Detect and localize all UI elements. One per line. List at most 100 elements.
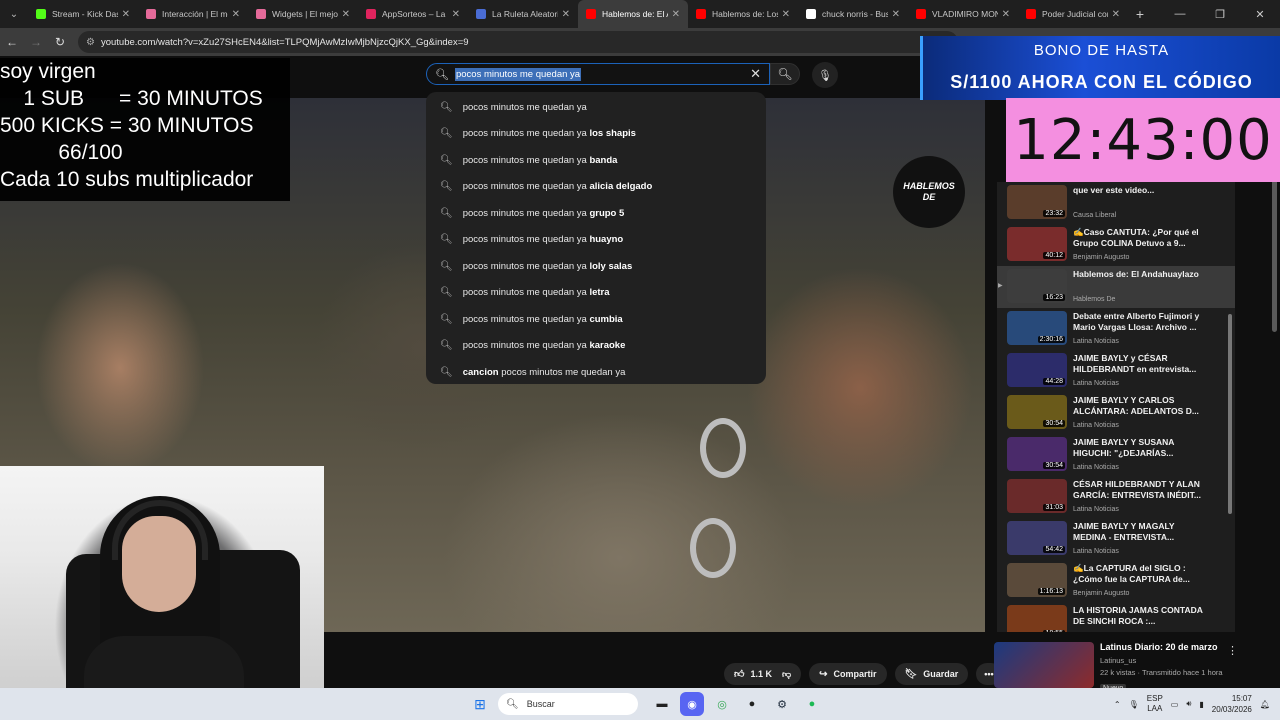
language-indicator[interactable]: ESP LAA [1147, 694, 1163, 714]
search-suggestion[interactable]: 🔍︎ pocos minutos me quedan ya loly salas [426, 253, 766, 280]
tab-search-icon[interactable]: ⌄ [0, 0, 28, 28]
search-button[interactable]: 🔍︎ [770, 63, 800, 85]
next-video-title[interactable]: Latinus Diario: 20 de marzo [1100, 642, 1223, 652]
network-icon[interactable]: ▭ [1171, 700, 1179, 709]
steam-icon[interactable]: ⚙ [770, 692, 794, 716]
tab-close-icon[interactable]: ✕ [892, 9, 900, 20]
clock[interactable]: 15:07 20/03/2026 [1212, 693, 1252, 715]
search-suggestion[interactable]: 🔍︎ pocos minutos me quedan ya huayno [426, 227, 766, 254]
show-hidden-icons-icon[interactable]: ⌃ [1114, 700, 1121, 709]
restore-icon[interactable]: ❐ [1200, 0, 1240, 28]
tab-close-icon[interactable]: ✕ [1112, 9, 1120, 20]
playlist-thumbnail[interactable]: 30:54 [1007, 395, 1067, 429]
page-scrollbar[interactable] [1270, 156, 1278, 332]
browser-tab[interactable]: AppSorteos – La ✕ [358, 0, 468, 28]
browser-tab[interactable]: VLADIMIRO MON ✕ [908, 0, 1018, 28]
next-video-thumbnail[interactable] [994, 642, 1094, 688]
browser-tab[interactable]: Hablemos de: El A ✕ [578, 0, 688, 28]
playlist-thumbnail[interactable]: 54:42 [1007, 521, 1067, 555]
share-button[interactable]: ↪ Compartir [809, 663, 887, 685]
playlist-item[interactable]: 30:54 JAIME BAYLY Y CARLOS ALCÁNTARA: ADE… [997, 392, 1235, 434]
back-icon[interactable]: ← [0, 30, 24, 54]
playlist-scrollbar[interactable] [1227, 182, 1233, 632]
search-icon: 🔍︎ [440, 154, 453, 166]
more-options-icon[interactable]: ⋮ [1227, 644, 1238, 657]
bookmark-icon: 🔖︎ [904, 668, 918, 680]
volume-icon[interactable]: 🔊︎ [1186, 699, 1191, 709]
tab-title: La Ruleta Aleatoria [492, 9, 558, 19]
close-window-icon[interactable]: ✕ [1240, 0, 1280, 28]
site-info-icon[interactable]: ⚙ [86, 37, 95, 48]
new-tab-button[interactable]: + [1128, 6, 1152, 22]
playlist-item-channel: Hablemos De [1073, 296, 1116, 303]
windows-start-icon[interactable]: ⊞ [468, 692, 492, 716]
search-suggestion[interactable]: 🔍︎ pocos minutos me quedan ya banda [426, 147, 766, 174]
search-suggestion[interactable]: 🔍︎ pocos minutos me quedan ya alicia delg… [426, 174, 766, 201]
playlist-item[interactable]: 30:54 JAIME BAYLY Y SUSANA HIGUCHI: "¿DEJ… [997, 434, 1235, 476]
playlist-thumbnail[interactable]: 2:30:16 [1007, 311, 1067, 345]
playlist-item[interactable]: ▶ 16:23 Hablemos de: El Andahuaylazo Hablem… [997, 266, 1235, 308]
tab-favicon-icon [256, 9, 266, 19]
playlist-thumbnail[interactable]: 1:16:13 [1007, 563, 1067, 597]
tab-close-icon[interactable]: ✕ [232, 9, 240, 20]
search-suggestion[interactable]: 🔍︎ pocos minutos me quedan ya los shapis [426, 121, 766, 148]
playlist-item[interactable]: 54:42 JAIME BAYLY Y MAGALY MEDINA - ENTRE… [997, 518, 1235, 560]
chrome-icon[interactable]: ◎ [710, 692, 734, 716]
browser-tab[interactable]: Widgets | El mejor ✕ [248, 0, 358, 28]
playlist-item[interactable]: 23:32 que ver este video... Causa Liberal [997, 182, 1235, 224]
tab-close-icon[interactable]: ✕ [672, 9, 680, 20]
playlist-thumbnail[interactable]: 18:55 [1007, 605, 1067, 632]
playlist-thumbnail[interactable]: 44:28 [1007, 353, 1067, 387]
minimize-icon[interactable]: — [1160, 0, 1200, 28]
taskbar-search[interactable]: 🔍︎ Buscar [498, 693, 638, 715]
search-suggestion[interactable]: 🔍︎ pocos minutos me quedan ya karaoke [426, 333, 766, 360]
tab-close-icon[interactable]: ✕ [1002, 9, 1010, 20]
battery-icon[interactable]: ▮ [1199, 700, 1203, 709]
tab-title: Hablemos de: Los [712, 9, 778, 19]
clear-search-icon[interactable]: ✕ [750, 66, 761, 82]
file-explorer-icon[interactable]: ▬ [650, 692, 674, 716]
search-suggestion[interactable]: 🔍︎ pocos minutos me quedan ya letra [426, 280, 766, 307]
tab-close-icon[interactable]: ✕ [122, 9, 130, 20]
thumbs-down-icon[interactable]: 👎︎ [782, 669, 791, 680]
browser-tab[interactable]: Hablemos de: Los ✕ [688, 0, 798, 28]
browser-tab[interactable]: Stream - Kick Dash ✕ [28, 0, 138, 28]
microphone-tray-icon[interactable]: 🎙︎ [1129, 700, 1139, 709]
voice-search-button[interactable]: 🎙︎ [812, 62, 838, 88]
playlist-thumbnail[interactable]: 16:23 [1007, 269, 1067, 303]
browser-tab[interactable]: Interacción | El mejor ✕ [138, 0, 248, 28]
obs-icon[interactable]: ● [740, 692, 764, 716]
search-suggestion[interactable]: 🔍︎ pocos minutos me quedan ya grupo 5 [426, 200, 766, 227]
playlist-item[interactable]: 31:03 CÉSAR HILDEBRANDT Y ALAN GARCÍA: EN… [997, 476, 1235, 518]
playlist-thumbnail[interactable]: 30:54 [1007, 437, 1067, 471]
browser-tab[interactable]: chuck norris - Bus ✕ [798, 0, 908, 28]
next-video-card[interactable]: Latinus Diario: 20 de marzo Latinus_us 2… [994, 642, 1244, 693]
playlist-item[interactable]: 18:55 LA HISTORIA JAMAS CONTADA DE SINCHI… [997, 602, 1235, 632]
search-input[interactable]: 🔍︎ pocos minutos me quedan ya ✕ [426, 63, 770, 85]
search-suggestion[interactable]: 🔍︎ pocos minutos me quedan ya [426, 94, 766, 121]
tab-close-icon[interactable]: ✕ [342, 9, 350, 20]
next-video-channel[interactable]: Latinus_us [1100, 656, 1223, 665]
tab-close-icon[interactable]: ✕ [562, 9, 570, 20]
discord-icon[interactable]: ◉ [680, 692, 704, 716]
like-button[interactable]: 👍︎ 1.1 K 👎︎ [724, 663, 802, 685]
search-suggestion[interactable]: 🔍︎ cancion pocos minutos me quedan ya [426, 359, 766, 386]
playlist-item[interactable]: 44:28 JAIME BAYLY y CÉSAR HILDEBRANDT en … [997, 350, 1235, 392]
spotify-icon[interactable]: ● [800, 692, 824, 716]
playlist-thumbnail[interactable]: 31:03 [1007, 479, 1067, 513]
tab-close-icon[interactable]: ✕ [452, 9, 460, 20]
playlist-thumbnail[interactable]: 23:32 [1007, 185, 1067, 219]
save-button[interactable]: 🔖︎ Guardar [894, 663, 969, 685]
reload-icon[interactable]: ↻ [48, 30, 72, 54]
playlist-item[interactable]: 2:30:16 Debate entre Alberto Fujimori y M… [997, 308, 1235, 350]
notification-icon[interactable]: 🔔︎ [1260, 700, 1270, 709]
playlist-thumbnail[interactable]: 40:12 [1007, 227, 1067, 261]
playlist-item[interactable]: 1:16:13 ✍️La CAPTURA del SIGLO : ¿Cómo fu… [997, 560, 1235, 602]
address-bar[interactable]: ⚙ youtube.com/watch?v=xZu27SHcEN4&list=T… [78, 31, 958, 53]
browser-tab[interactable]: La Ruleta Aleatoria ✕ [468, 0, 578, 28]
tab-close-icon[interactable]: ✕ [782, 9, 790, 20]
search-suggestion[interactable]: 🔍︎ pocos minutos me quedan ya cumbia [426, 306, 766, 333]
browser-tab[interactable]: Poder Judicial con ✕ [1018, 0, 1128, 28]
forward-icon[interactable]: → [24, 30, 48, 54]
playlist-item[interactable]: 40:12 ✍️Caso CANTUTA: ¿Por qué el Grupo C… [997, 224, 1235, 266]
